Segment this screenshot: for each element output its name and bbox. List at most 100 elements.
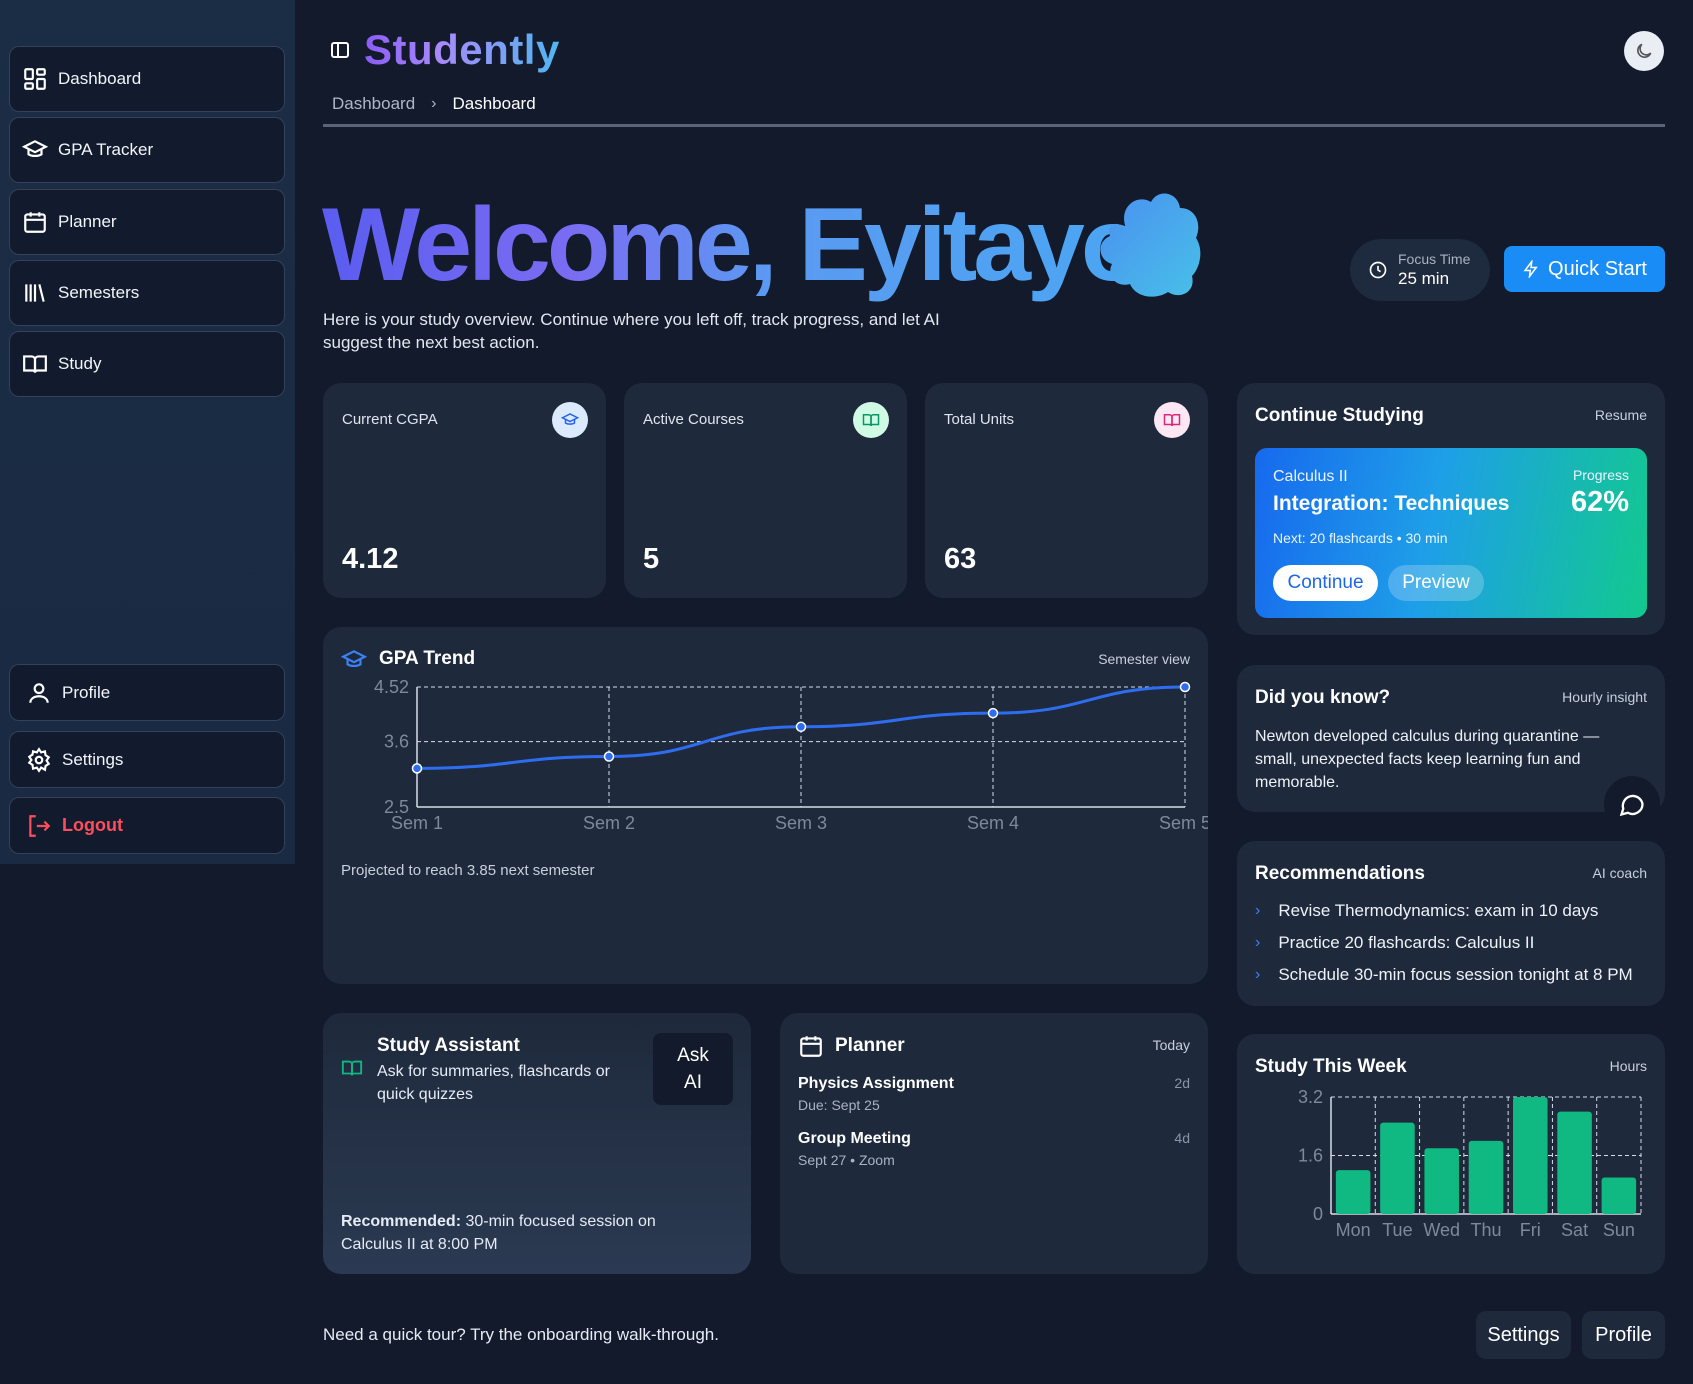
quick-start-label: Quick Start xyxy=(1548,257,1647,280)
planner-item[interactable]: Group Meeting Sept 27 • Zoom 4d xyxy=(798,1130,1190,1168)
assistant-description: Ask for summaries, flashcards or quick q… xyxy=(377,1063,610,1103)
waving-hand-icon xyxy=(1100,193,1201,297)
recommendation-item[interactable]: › Practice 20 flashcards: Calculus II xyxy=(1255,933,1534,953)
breadcrumb-link[interactable]: Dashboard xyxy=(332,94,415,114)
quick-start-button[interactable]: Quick Start xyxy=(1504,246,1665,292)
sidebar-item-label: Semesters xyxy=(58,283,140,302)
recommendation-item[interactable]: › Schedule 30-min focus session tonight … xyxy=(1255,965,1633,985)
stat-value: 4.12 xyxy=(342,543,399,575)
focus-time-value: 25 min xyxy=(1398,269,1450,288)
card-meta: Today xyxy=(1152,1037,1190,1053)
recommendation-text: Revise Thermodynamics: exam in 10 days xyxy=(1278,901,1599,920)
x-tick-label: Fri xyxy=(1520,1220,1541,1240)
stat-card-units: Total Units 63 xyxy=(925,383,1208,598)
planner-item-badge: 2d xyxy=(1174,1075,1190,1091)
data-point xyxy=(987,707,999,719)
recommendations-card: Recommendations AI coach › Revise Thermo… xyxy=(1237,841,1665,1006)
x-tick-label: Sem 2 xyxy=(583,813,635,833)
sidebar-item-planner[interactable]: Planner xyxy=(9,189,285,255)
x-tick-label: Sem 3 xyxy=(775,813,827,833)
sidebar-item-dashboard[interactable]: Dashboard xyxy=(9,46,285,112)
graduation-cap-icon xyxy=(552,402,588,438)
recommendation-item[interactable]: › Revise Thermodynamics: exam in 10 days xyxy=(1255,901,1598,921)
bar-tue xyxy=(1380,1122,1415,1214)
profile-button[interactable]: Profile xyxy=(1582,1311,1665,1359)
settings-button[interactable]: Settings xyxy=(1476,1311,1571,1359)
y-tick-label: 1.6 xyxy=(1298,1146,1323,1166)
study-week-bar-chart: 3.2 1.6 0 Mon Tue Wed Thu Fri Sat Sun xyxy=(1298,1087,1642,1240)
continue-button[interactable]: Continue xyxy=(1273,565,1378,601)
sidebar-toggle-icon[interactable] xyxy=(330,40,350,60)
chevron-right-icon: › xyxy=(431,95,437,112)
sidebar-item-profile[interactable]: Profile xyxy=(9,664,285,721)
stat-label: Total Units xyxy=(944,411,1015,428)
focus-time-label: Focus Time xyxy=(1398,251,1471,267)
card-title: Recommendations xyxy=(1255,863,1425,884)
gpa-trend-card: GPA Trend Semester view 4.52 3.6 2.5 Sem 1S… xyxy=(323,627,1208,984)
stat-value: 5 xyxy=(643,543,660,575)
progress-value: 62% xyxy=(1570,486,1629,518)
planner-item[interactable]: Physics Assignment Due: Sept 25 2d xyxy=(798,1075,1190,1113)
y-tick-label: 3.2 xyxy=(1298,1087,1323,1107)
chat-button[interactable] xyxy=(1604,776,1660,832)
y-tick-label: 3.6 xyxy=(384,732,409,752)
x-tick-label: Sem 4 xyxy=(967,813,1019,833)
data-point xyxy=(795,721,807,733)
book-open-icon xyxy=(1154,402,1190,438)
gpa-line-chart: 4.523.62.5Sem 1 Sem 2 Sem 3 Sem 4 Sem 5 xyxy=(374,677,1208,833)
planner-card: Planner Today Physics Assignment Due: Se… xyxy=(780,1013,1208,1274)
sidebar-item-gpa-tracker[interactable]: GPA Tracker xyxy=(9,117,285,183)
dashboard-icon xyxy=(24,68,46,90)
sidebar-item-logout[interactable]: Logout xyxy=(9,797,285,854)
lightning-icon xyxy=(1523,260,1538,278)
card-title: Study Assistant xyxy=(377,1035,520,1056)
brand-logo[interactable]: Studently xyxy=(364,26,560,74)
sidebar-item-study[interactable]: Study xyxy=(9,331,285,397)
sidebar-item-label: Profile xyxy=(62,682,111,702)
bar-wed xyxy=(1424,1148,1459,1214)
data-point xyxy=(1179,681,1191,693)
fact-text: Newton developed calculus during quarant… xyxy=(1255,728,1600,791)
planner-item-title: Physics Assignment xyxy=(798,1075,954,1092)
resume-link[interactable]: Resume xyxy=(1595,407,1647,423)
progress-label: Progress xyxy=(1572,467,1629,483)
sidebar-item-settings[interactable]: Settings xyxy=(9,731,285,788)
chat-bubble-icon xyxy=(1619,794,1644,817)
bar-fri xyxy=(1513,1097,1548,1214)
course-name: Calculus II xyxy=(1273,468,1348,485)
stat-label: Current CGPA xyxy=(342,411,438,428)
x-tick-label: Thu xyxy=(1470,1220,1501,1240)
bar-thu xyxy=(1468,1140,1504,1214)
card-meta: Hourly insight xyxy=(1562,689,1647,705)
breadcrumb: Dashboard › Dashboard xyxy=(332,94,536,114)
continue-lesson-panel[interactable]: Calculus II Integration: Techniques Next… xyxy=(1255,448,1647,618)
focus-time-pill[interactable]: Focus Time 25 min xyxy=(1350,239,1490,301)
graduation-cap-icon xyxy=(22,140,48,158)
card-title: Continue Studying xyxy=(1255,405,1424,426)
hero-subtitle: Here is your study overview. Continue wh… xyxy=(323,310,940,352)
chevron-right-icon: › xyxy=(1255,966,1261,983)
bar-sat xyxy=(1557,1111,1592,1214)
sidebar-item-label: Dashboard xyxy=(58,69,142,88)
ask-ai-button[interactable]: Ask AI xyxy=(653,1033,733,1105)
projection-note: Projected to reach 3.85 next semester xyxy=(341,862,595,879)
book-open-icon xyxy=(23,355,47,373)
preview-button[interactable]: Preview xyxy=(1388,565,1484,601)
card-meta: AI coach xyxy=(1592,865,1647,881)
x-tick-label: Tue xyxy=(1382,1220,1412,1240)
book-open-icon xyxy=(853,402,889,438)
tour-prompt[interactable]: Need a quick tour? Try the onboarding wa… xyxy=(323,1325,719,1345)
theme-toggle-button[interactable] xyxy=(1624,31,1664,71)
breadcrumb-current: Dashboard xyxy=(452,94,536,113)
book-open-icon xyxy=(341,1060,363,1076)
sidebar-item-semesters[interactable]: Semesters xyxy=(9,260,285,326)
sidebar-item-label: Planner xyxy=(58,212,117,231)
card-title: Did you know? xyxy=(1255,687,1391,708)
planner-item-badge: 4d xyxy=(1174,1130,1190,1146)
calendar-icon xyxy=(800,1036,822,1057)
bar-sun xyxy=(1601,1177,1637,1214)
sidebar-item-label: Settings xyxy=(62,749,124,769)
recommendation-text: Practice 20 flashcards: Calculus II xyxy=(1278,933,1535,952)
stat-value: 63 xyxy=(944,543,977,575)
next-step: Next: 20 flashcards • 30 min xyxy=(1273,530,1448,546)
